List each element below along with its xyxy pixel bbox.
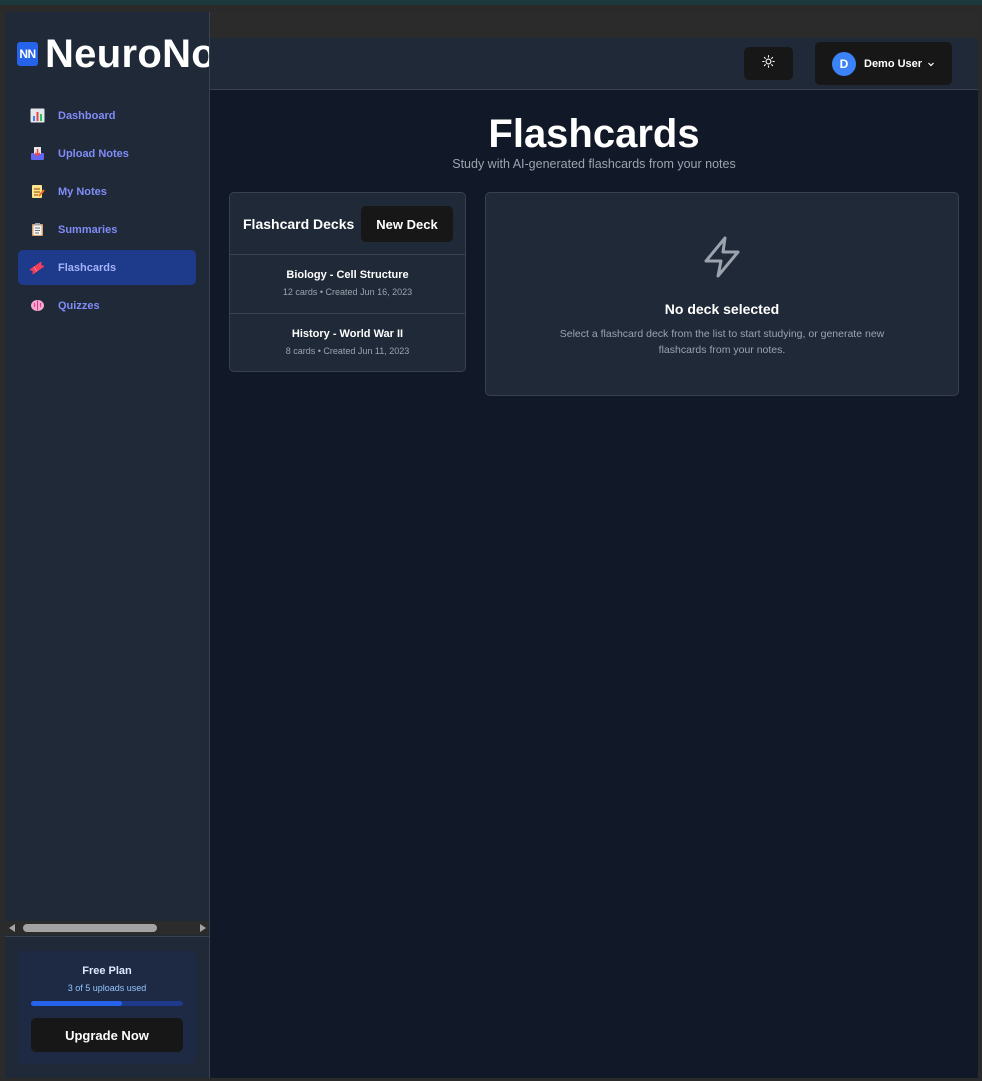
deck-item[interactable]: History - World War II 8 cards • Created… — [230, 314, 465, 371]
avatar: D — [832, 51, 856, 76]
ticket-icon — [29, 260, 45, 276]
user-menu-button[interactable]: D Demo User — [815, 42, 952, 85]
sidebar-item-label: Flashcards — [58, 261, 117, 274]
sidebar-item-label: Quizzes — [58, 299, 100, 312]
plan-title: Free Plan — [82, 965, 132, 977]
sidebar-item-upload-notes[interactable]: Upload Notes — [18, 136, 196, 171]
top-header: D Demo User — [210, 38, 978, 90]
lightning-icon — [701, 235, 743, 284]
sidebar-item-label: My Notes — [58, 185, 107, 198]
scrollbar-thumb[interactable] — [23, 924, 157, 932]
sidebar: NN NeuroNotes Dashboard Upload Notes My … — [5, 12, 210, 1078]
flashcard-decks-panel: Flashcard Decks New Deck Biology - Cell … — [229, 192, 466, 372]
sidebar-horizontal-scrollbar[interactable] — [5, 921, 209, 935]
sidebar-item-label: Dashboard — [58, 109, 116, 122]
plan-card: Free Plan 3 of 5 uploads used Upgrade No… — [18, 951, 196, 1064]
scroll-left-arrow-icon[interactable] — [9, 924, 15, 932]
sidebar-item-summaries[interactable]: Summaries — [18, 212, 196, 247]
chevron-down-icon — [927, 60, 935, 68]
bar-chart-icon — [29, 108, 45, 124]
upgrade-button[interactable]: Upgrade Now — [31, 1018, 183, 1052]
inbox-tray-icon — [29, 146, 45, 162]
sidebar-item-dashboard[interactable]: Dashboard — [18, 98, 196, 133]
sidebar-nav: Dashboard Upload Notes My Notes Summarie… — [18, 98, 196, 326]
deck-meta: 12 cards • Created Jun 16, 2023 — [282, 287, 413, 297]
sidebar-item-flashcards[interactable]: Flashcards — [18, 250, 196, 285]
decks-title: Flashcard Decks — [243, 216, 355, 232]
sun-icon — [762, 54, 775, 73]
window-top-bar — [0, 5, 982, 12]
sidebar-item-label: Summaries — [58, 223, 118, 236]
brand[interactable]: NN NeuroNotes — [17, 32, 209, 76]
page-title: Flashcards — [488, 112, 700, 156]
deck-item[interactable]: Biology - Cell Structure 12 cards • Crea… — [230, 255, 465, 314]
user-name: Demo User — [864, 57, 923, 70]
plan-usage: 3 of 5 uploads used — [67, 983, 147, 993]
brand-logo-icon: NN — [17, 42, 38, 66]
deck-meta: 8 cards • Created Jun 11, 2023 — [285, 346, 410, 356]
brand-name: NeuroNotes — [45, 32, 209, 76]
theme-toggle-button[interactable] — [744, 47, 793, 80]
brain-icon — [29, 298, 45, 314]
sidebar-item-my-notes[interactable]: My Notes — [18, 174, 196, 209]
study-panel: No deck selected Select a flashcard deck… — [485, 192, 959, 396]
window-right-edge — [978, 12, 982, 1081]
plan-progress-fill — [31, 1001, 123, 1006]
sidebar-item-label: Upload Notes — [58, 147, 129, 160]
plan-progress-bar — [31, 1001, 183, 1006]
sidebar-divider — [5, 936, 209, 937]
clipboard-icon — [29, 222, 45, 238]
page-subtitle: Study with AI-generated flashcards from … — [452, 157, 736, 171]
decks-header: Flashcard Decks New Deck — [230, 193, 465, 255]
deck-name: Biology - Cell Structure — [286, 269, 409, 281]
scroll-right-arrow-icon[interactable] — [200, 924, 206, 932]
empty-state-title: No deck selected — [664, 301, 780, 317]
memo-icon — [29, 184, 45, 200]
new-deck-button[interactable]: New Deck — [361, 206, 453, 242]
main-content: D Demo User Flashcards Study with AI-gen… — [210, 38, 978, 1078]
sidebar-item-quizzes[interactable]: Quizzes — [18, 288, 196, 323]
deck-name: History - World War II — [291, 328, 404, 340]
empty-state-text: Select a flashcard deck from the list to… — [559, 328, 885, 356]
